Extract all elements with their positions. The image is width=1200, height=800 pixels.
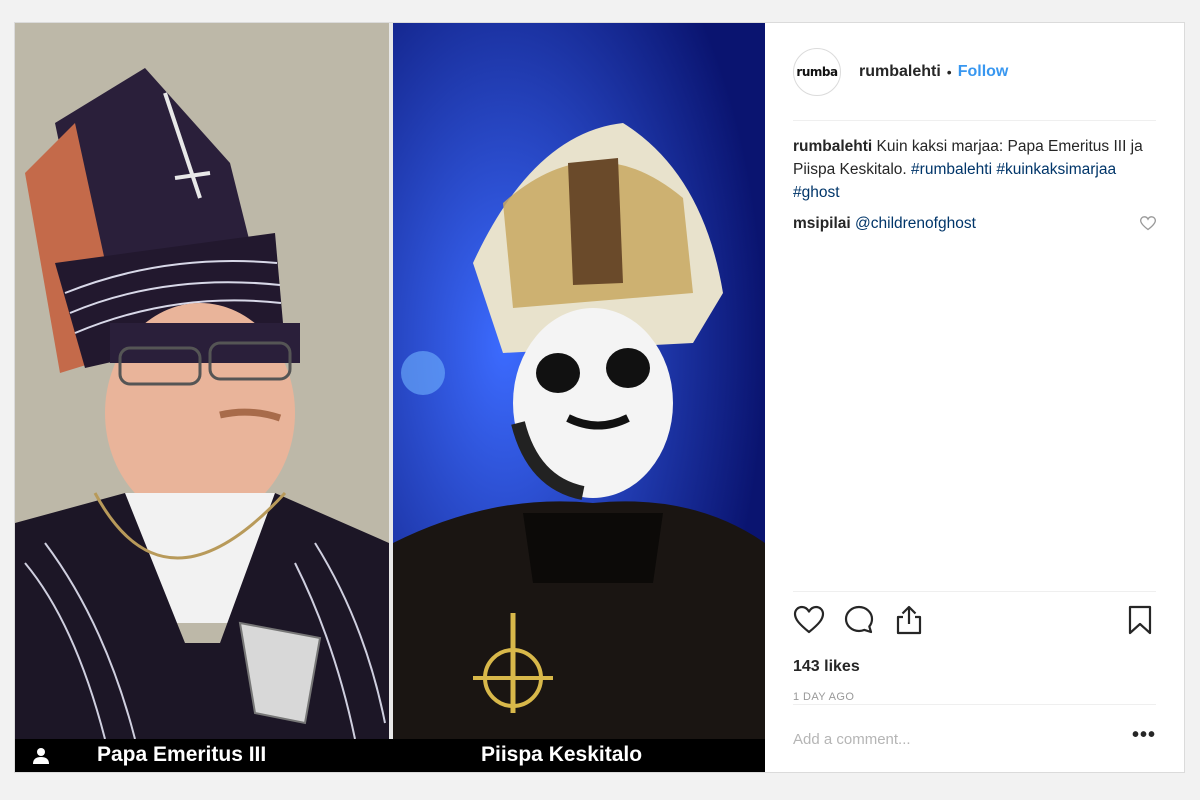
- avatar[interactable]: rumba: [793, 47, 841, 96]
- right-image-caption: Piispa Keskitalo: [481, 743, 643, 766]
- instagram-post: Papa Emeritus III Piispa Keskitalo rumba…: [14, 22, 1185, 773]
- post-timestamp[interactable]: 1 DAY AGO: [793, 691, 1156, 703]
- comment-item: msipilai @childrenofghost: [793, 212, 1156, 235]
- person-icon[interactable]: [32, 747, 50, 765]
- left-image-caption: Papa Emeritus III: [97, 743, 267, 766]
- comment-bubble-icon[interactable]: [843, 604, 875, 636]
- add-comment-input[interactable]: [793, 731, 1132, 748]
- add-comment-bar: •••: [793, 704, 1156, 772]
- bookmark-icon[interactable]: [1124, 604, 1156, 636]
- comments-section: rumbalehti Kuin kaksi marjaa: Papa Emeri…: [793, 135, 1156, 235]
- post-caption: rumbalehti Kuin kaksi marjaa: Papa Emeri…: [793, 135, 1143, 204]
- comment-mention[interactable]: @childrenofghost: [855, 215, 976, 232]
- comment-like-heart-icon[interactable]: [1140, 216, 1156, 231]
- share-icon[interactable]: [893, 604, 925, 636]
- action-bar: [793, 592, 1156, 652]
- caption-username[interactable]: rumbalehti: [793, 138, 872, 155]
- ghost-singer-photo: [393, 23, 765, 739]
- heart-icon[interactable]: [793, 604, 825, 636]
- hashtag-link[interactable]: #kuinkaksimarjaa: [996, 161, 1116, 178]
- post-sidebar: rumba rumbalehti • Follow rumbalehti Kui…: [765, 23, 1184, 772]
- post-image[interactable]: Papa Emeritus III Piispa Keskitalo: [15, 23, 765, 772]
- actions-area: 143 likes 1 DAY AGO: [793, 591, 1156, 703]
- header-username[interactable]: rumbalehti: [859, 63, 941, 81]
- hashtag-link[interactable]: #rumbalehti: [911, 161, 992, 178]
- more-options-icon[interactable]: •••: [1132, 724, 1156, 747]
- likes-count[interactable]: 143 likes: [793, 658, 1156, 676]
- comment-username[interactable]: msipilai: [793, 215, 851, 232]
- header-separator: •: [946, 63, 952, 80]
- avatar-logo-text: rumba: [796, 64, 838, 79]
- hashtag-link[interactable]: #ghost: [793, 184, 840, 201]
- post-header: rumba rumbalehti • Follow: [793, 23, 1156, 121]
- bishop-photo: [15, 23, 389, 739]
- image-caption-bar: Papa Emeritus III Piispa Keskitalo: [15, 739, 765, 772]
- follow-button[interactable]: Follow: [958, 63, 1009, 81]
